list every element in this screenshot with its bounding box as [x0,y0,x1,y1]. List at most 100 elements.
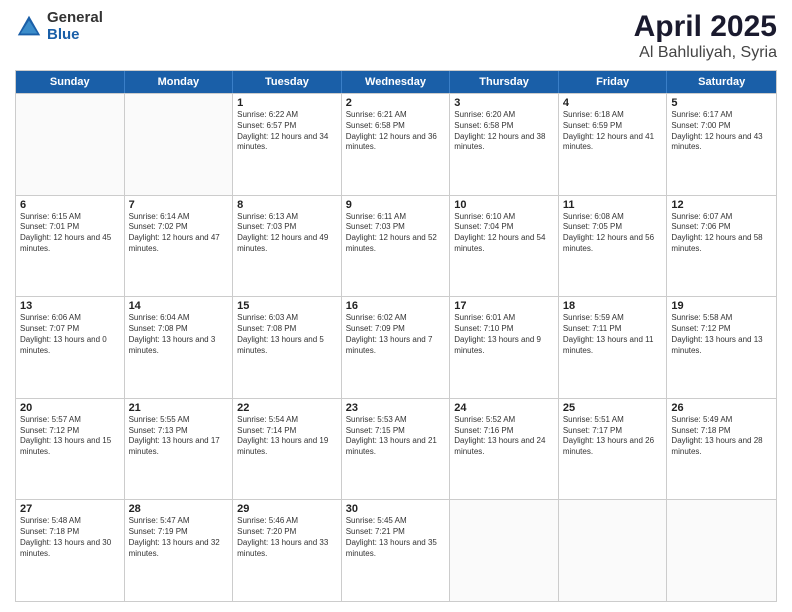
day-number: 22 [237,402,337,414]
title-month: April 2025 [634,10,777,44]
day-info: Sunrise: 6:11 AMSunset: 7:03 PMDaylight:… [346,212,446,255]
day-number: 25 [563,402,663,414]
day-info: Sunrise: 6:06 AMSunset: 7:07 PMDaylight:… [20,313,120,356]
day-info: Sunrise: 6:15 AMSunset: 7:01 PMDaylight:… [20,212,120,255]
calendar-empty-cell [559,500,668,601]
day-info: Sunrise: 6:07 AMSunset: 7:06 PMDaylight:… [671,212,772,255]
calendar-day-12: 12Sunrise: 6:07 AMSunset: 7:06 PMDayligh… [667,196,776,297]
calendar-empty-cell [16,94,125,195]
calendar-day-3: 3Sunrise: 6:20 AMSunset: 6:58 PMDaylight… [450,94,559,195]
day-number: 6 [20,199,120,211]
calendar-day-16: 16Sunrise: 6:02 AMSunset: 7:09 PMDayligh… [342,297,451,398]
day-info: Sunrise: 5:53 AMSunset: 7:15 PMDaylight:… [346,415,446,458]
calendar-day-21: 21Sunrise: 5:55 AMSunset: 7:13 PMDayligh… [125,399,234,500]
day-info: Sunrise: 5:47 AMSunset: 7:19 PMDaylight:… [129,516,229,559]
day-number: 11 [563,199,663,211]
calendar-day-2: 2Sunrise: 6:21 AMSunset: 6:58 PMDaylight… [342,94,451,195]
day-info: Sunrise: 6:14 AMSunset: 7:02 PMDaylight:… [129,212,229,255]
day-header-saturday: Saturday [667,71,776,93]
day-info: Sunrise: 5:55 AMSunset: 7:13 PMDaylight:… [129,415,229,458]
day-info: Sunrise: 6:21 AMSunset: 6:58 PMDaylight:… [346,110,446,153]
calendar-day-30: 30Sunrise: 5:45 AMSunset: 7:21 PMDayligh… [342,500,451,601]
day-number: 7 [129,199,229,211]
day-info: Sunrise: 5:59 AMSunset: 7:11 PMDaylight:… [563,313,663,356]
title-block: April 2025 Al Bahluliyah, Syria [634,10,777,62]
calendar-empty-cell [125,94,234,195]
calendar-day-28: 28Sunrise: 5:47 AMSunset: 7:19 PMDayligh… [125,500,234,601]
day-header-monday: Monday [125,71,234,93]
day-info: Sunrise: 6:13 AMSunset: 7:03 PMDaylight:… [237,212,337,255]
calendar-day-25: 25Sunrise: 5:51 AMSunset: 7:17 PMDayligh… [559,399,668,500]
calendar-week-1: 1Sunrise: 6:22 AMSunset: 6:57 PMDaylight… [16,93,776,195]
day-info: Sunrise: 5:54 AMSunset: 7:14 PMDaylight:… [237,415,337,458]
day-header-wednesday: Wednesday [342,71,451,93]
calendar-week-5: 27Sunrise: 5:48 AMSunset: 7:18 PMDayligh… [16,499,776,601]
day-number: 18 [563,300,663,312]
day-number: 27 [20,503,120,515]
calendar-day-4: 4Sunrise: 6:18 AMSunset: 6:59 PMDaylight… [559,94,668,195]
calendar-empty-cell [667,500,776,601]
calendar-body: 1Sunrise: 6:22 AMSunset: 6:57 PMDaylight… [16,93,776,601]
logo-icon [15,13,43,41]
day-number: 2 [346,97,446,109]
day-number: 13 [20,300,120,312]
calendar-day-5: 5Sunrise: 6:17 AMSunset: 7:00 PMDaylight… [667,94,776,195]
day-info: Sunrise: 6:20 AMSunset: 6:58 PMDaylight:… [454,110,554,153]
day-number: 10 [454,199,554,211]
day-info: Sunrise: 6:18 AMSunset: 6:59 PMDaylight:… [563,110,663,153]
calendar-week-2: 6Sunrise: 6:15 AMSunset: 7:01 PMDaylight… [16,195,776,297]
day-number: 1 [237,97,337,109]
day-number: 17 [454,300,554,312]
day-info: Sunrise: 5:52 AMSunset: 7:16 PMDaylight:… [454,415,554,458]
day-number: 24 [454,402,554,414]
day-header-tuesday: Tuesday [233,71,342,93]
calendar-day-11: 11Sunrise: 6:08 AMSunset: 7:05 PMDayligh… [559,196,668,297]
day-info: Sunrise: 5:49 AMSunset: 7:18 PMDaylight:… [671,415,772,458]
day-info: Sunrise: 5:51 AMSunset: 7:17 PMDaylight:… [563,415,663,458]
calendar-day-26: 26Sunrise: 5:49 AMSunset: 7:18 PMDayligh… [667,399,776,500]
day-number: 5 [671,97,772,109]
day-number: 20 [20,402,120,414]
calendar-day-1: 1Sunrise: 6:22 AMSunset: 6:57 PMDaylight… [233,94,342,195]
day-number: 21 [129,402,229,414]
day-number: 19 [671,300,772,312]
day-number: 15 [237,300,337,312]
day-header-sunday: Sunday [16,71,125,93]
calendar-day-9: 9Sunrise: 6:11 AMSunset: 7:03 PMDaylight… [342,196,451,297]
day-number: 12 [671,199,772,211]
day-info: Sunrise: 6:01 AMSunset: 7:10 PMDaylight:… [454,313,554,356]
calendar-day-8: 8Sunrise: 6:13 AMSunset: 7:03 PMDaylight… [233,196,342,297]
day-number: 9 [346,199,446,211]
calendar-day-24: 24Sunrise: 5:52 AMSunset: 7:16 PMDayligh… [450,399,559,500]
day-number: 28 [129,503,229,515]
day-number: 16 [346,300,446,312]
calendar-day-29: 29Sunrise: 5:46 AMSunset: 7:20 PMDayligh… [233,500,342,601]
calendar-day-22: 22Sunrise: 5:54 AMSunset: 7:14 PMDayligh… [233,399,342,500]
day-info: Sunrise: 6:04 AMSunset: 7:08 PMDaylight:… [129,313,229,356]
calendar-day-23: 23Sunrise: 5:53 AMSunset: 7:15 PMDayligh… [342,399,451,500]
calendar-day-17: 17Sunrise: 6:01 AMSunset: 7:10 PMDayligh… [450,297,559,398]
day-info: Sunrise: 6:08 AMSunset: 7:05 PMDaylight:… [563,212,663,255]
day-number: 29 [237,503,337,515]
day-info: Sunrise: 6:02 AMSunset: 7:09 PMDaylight:… [346,313,446,356]
calendar-week-3: 13Sunrise: 6:06 AMSunset: 7:07 PMDayligh… [16,296,776,398]
day-number: 30 [346,503,446,515]
day-info: Sunrise: 5:46 AMSunset: 7:20 PMDaylight:… [237,516,337,559]
logo-text: General Blue [47,10,103,43]
day-number: 23 [346,402,446,414]
day-number: 3 [454,97,554,109]
calendar-day-15: 15Sunrise: 6:03 AMSunset: 7:08 PMDayligh… [233,297,342,398]
day-header-friday: Friday [559,71,668,93]
logo-blue-text: Blue [47,27,103,44]
calendar-day-20: 20Sunrise: 5:57 AMSunset: 7:12 PMDayligh… [16,399,125,500]
day-header-thursday: Thursday [450,71,559,93]
calendar-week-4: 20Sunrise: 5:57 AMSunset: 7:12 PMDayligh… [16,398,776,500]
day-info: Sunrise: 5:48 AMSunset: 7:18 PMDaylight:… [20,516,120,559]
day-number: 14 [129,300,229,312]
page: General Blue April 2025 Al Bahluliyah, S… [0,0,792,612]
day-info: Sunrise: 6:10 AMSunset: 7:04 PMDaylight:… [454,212,554,255]
calendar-day-19: 19Sunrise: 5:58 AMSunset: 7:12 PMDayligh… [667,297,776,398]
day-info: Sunrise: 5:58 AMSunset: 7:12 PMDaylight:… [671,313,772,356]
calendar-day-6: 6Sunrise: 6:15 AMSunset: 7:01 PMDaylight… [16,196,125,297]
logo: General Blue [15,10,103,43]
